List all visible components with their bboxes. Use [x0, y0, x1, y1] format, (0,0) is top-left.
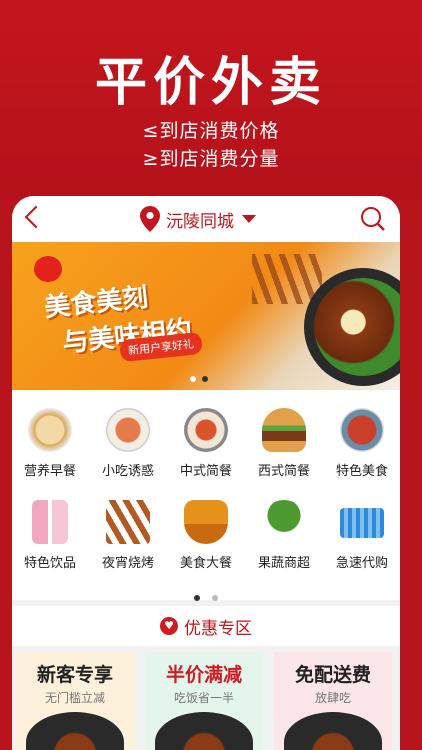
deal-food-image: [155, 712, 253, 750]
category-item[interactable]: 营养早餐: [12, 408, 88, 479]
snack-bowl-icon: [106, 408, 150, 452]
category-label: 急速代购: [335, 556, 388, 571]
deals-row: 新客专享 无门槛立减 半价满减 吃饭省一半 免配送费 放肆吃: [12, 652, 400, 750]
category-label: 美食大餐: [179, 556, 232, 571]
pager-dot[interactable]: [211, 595, 218, 601]
basket-icon: [340, 508, 384, 538]
banner-dot-1[interactable]: [190, 376, 196, 382]
deals-section-header: ♥ 优惠专区: [12, 606, 400, 646]
deal-title: 半价满减: [165, 664, 242, 686]
rice-dish-icon: [184, 408, 228, 452]
deal-title: 新客专享: [36, 664, 113, 686]
category-label: 果蔬商超: [257, 556, 310, 571]
search-icon[interactable]: [360, 206, 386, 232]
category-item[interactable]: 特色美食: [324, 408, 400, 479]
city-name: 沅陵同城: [166, 211, 234, 232]
category-label: 特色美食: [335, 464, 388, 479]
category-item[interactable]: 西式简餐: [246, 408, 322, 479]
category-item[interactable]: 小吃诱惑: [90, 408, 166, 479]
category-pager: [12, 586, 400, 605]
category-label: 营养早餐: [23, 464, 76, 479]
deal-title: 免配送费: [294, 664, 371, 686]
category-item[interactable]: 中式简餐: [168, 408, 244, 479]
heart-icon: ♥: [160, 617, 178, 635]
category-item[interactable]: 果蔬商超: [246, 500, 322, 571]
deal-food-image: [284, 712, 382, 750]
hotpot-icon: [184, 500, 228, 544]
back-icon[interactable]: [24, 205, 48, 229]
category-label: 特色饮品: [23, 556, 76, 571]
banner-dot-2[interactable]: [202, 376, 208, 382]
category-label: 西式简餐: [257, 464, 310, 479]
special-dish-icon: [340, 408, 384, 452]
category-item[interactable]: 夜宵烧烤: [90, 500, 166, 571]
promo-line-portion: ≥到店消费分量: [142, 148, 280, 170]
promo-header: 平价外卖 ≤到店消费价格 ≥到店消费分量: [0, 0, 422, 200]
tomato-icon: [34, 256, 62, 282]
deal-subtitle: 吃饭省一半: [173, 691, 234, 705]
deal-card-free-delivery[interactable]: 免配送费 放肆吃: [274, 652, 392, 750]
drink-icon: [32, 500, 68, 544]
top-nav-bar: 沅陵同城: [12, 196, 400, 242]
promo-line-price: ≤到店消费价格: [142, 120, 280, 142]
city-selector[interactable]: 沅陵同城: [140, 204, 256, 234]
deal-card-new-user[interactable]: 新客专享 无门槛立减: [16, 652, 134, 750]
deal-card-half-price[interactable]: 半价满减 吃饭省一半: [145, 652, 263, 750]
deal-subtitle: 无门槛立减: [44, 691, 105, 705]
category-item[interactable]: 美食大餐: [168, 500, 244, 571]
deal-food-image: [26, 712, 124, 750]
deal-subtitle: 放肆吃: [314, 691, 351, 705]
dropdown-caret-icon: [242, 215, 256, 223]
category-label: 夜宵烧烤: [101, 556, 154, 571]
deals-header-label: 优惠专区: [184, 618, 252, 639]
promo-banner[interactable]: 美食美刻 与美味相约 新用户享好礼: [12, 242, 400, 390]
skewer-icon: [106, 500, 150, 544]
category-label: 中式简餐: [179, 464, 232, 479]
burger-icon: [262, 408, 306, 452]
promo-title: 平价外卖: [94, 53, 327, 113]
category-grid: 营养早餐 小吃诱惑 中式简餐 西式简餐 特色美食 特色饮品 夜宵烧烤 美食大餐 …: [12, 390, 400, 601]
location-pin-icon: [140, 206, 160, 232]
category-item[interactable]: 特色饮品: [12, 500, 88, 571]
category-item[interactable]: 急速代购: [324, 500, 400, 571]
dumpling-icon: [28, 408, 72, 452]
pager-dot-active[interactable]: [194, 595, 201, 601]
phone-screen: 沅陵同城 美食美刻 与美味相约 新用户享好礼 营养早餐 小吃诱惑 中式简餐 西式…: [12, 196, 400, 750]
broccoli-icon: [262, 500, 306, 544]
category-label: 小吃诱惑: [101, 464, 154, 479]
